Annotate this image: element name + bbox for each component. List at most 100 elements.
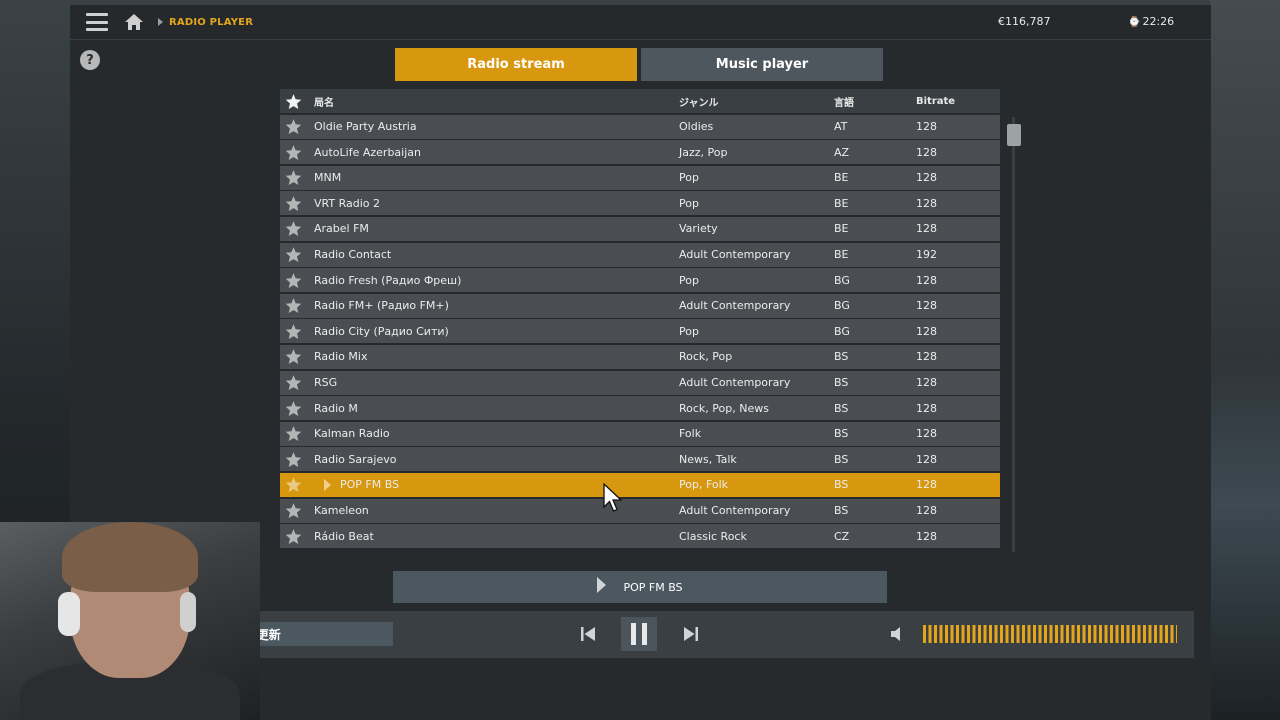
table-row[interactable]: Radio Fresh (Радио Фреш) Pop BG 128 — [280, 268, 1000, 293]
home-icon[interactable] — [124, 13, 144, 31]
favorite-star-icon[interactable] — [280, 220, 306, 237]
favorite-star-icon[interactable] — [280, 374, 306, 391]
station-name-text: Radio FM+ (Радио FM+) — [314, 299, 449, 313]
station-language: BE — [834, 248, 849, 262]
station-genre: Pop — [679, 273, 699, 287]
station-bitrate: 128 — [916, 273, 937, 287]
station-name-text: Radio Contact — [314, 248, 392, 262]
table-row[interactable]: Oldie Party Austria Oldies AT 128 — [280, 114, 1000, 139]
volume-icon[interactable] — [889, 625, 907, 643]
table-row[interactable]: Radio FM+ (Радио FM+) Adult Contemporary B… — [280, 293, 1000, 318]
table-row[interactable]: Radio City (Радио Сити) Pop BG 128 — [280, 319, 1000, 344]
station-name: Radio Contact — [306, 248, 672, 261]
table-row[interactable]: Arabel FM Variety BE 128 — [280, 216, 1000, 241]
station-bitrate: 128 — [916, 324, 937, 338]
station-language: BE — [834, 222, 849, 236]
station-name-text: POP FM BS — [340, 478, 400, 492]
top-bar: RADIO PLAYER €116,787 ⌚ 22:26 — [70, 5, 1211, 39]
station-bitrate: 128 — [916, 529, 937, 543]
table-row[interactable]: POP FM BS Pop, Folk BS 128 — [280, 472, 1000, 497]
header-name[interactable]: 局名 — [306, 94, 672, 109]
station-genre: Pop, Folk — [679, 478, 729, 492]
favorite-star-icon[interactable] — [280, 425, 306, 442]
favorite-star-icon[interactable] — [280, 451, 306, 468]
favorite-star-icon[interactable] — [280, 476, 306, 493]
station-name-text: RSG — [314, 376, 338, 390]
scrollbar-track[interactable] — [1012, 117, 1015, 552]
breadcrumb[interactable]: RADIO PLAYER — [169, 17, 253, 28]
table-row[interactable]: MNM Pop BE 128 — [280, 165, 1000, 190]
favorite-header-icon[interactable] — [280, 93, 306, 110]
menu-icon[interactable] — [86, 13, 108, 31]
table-row[interactable]: Rádio Beat Classic Rock CZ 128 — [280, 524, 1000, 549]
station-language: AZ — [834, 145, 850, 159]
station-bitrate: 192 — [916, 248, 937, 262]
table-row[interactable]: Kameleon Adult Contemporary BS 128 — [280, 498, 1000, 523]
favorite-star-icon[interactable] — [280, 169, 306, 186]
now-playing-bar[interactable]: POP FM BS — [393, 571, 887, 603]
mouse-cursor-icon — [603, 482, 623, 517]
station-name: AutoLife Azerbaijan — [306, 146, 672, 159]
favorite-star-icon[interactable] — [280, 246, 306, 263]
station-name-text: Radio City (Радио Сити) — [314, 324, 449, 338]
favorite-star-icon[interactable] — [280, 195, 306, 212]
station-name: Arabel FM — [306, 222, 672, 235]
station-genre: Folk — [679, 427, 702, 441]
station-language: BS — [834, 504, 849, 517]
pause-icon[interactable] — [621, 617, 657, 651]
favorite-star-icon[interactable] — [280, 297, 306, 314]
headphone-right — [180, 592, 196, 632]
next-icon[interactable] — [678, 619, 704, 649]
table-row[interactable]: Radio Mix Rock, Pop BS 128 — [280, 344, 1000, 369]
tab-radio-stream[interactable]: Radio stream — [395, 48, 637, 81]
table-row[interactable]: Radio Sarajevo News, Talk BS 128 — [280, 447, 1000, 472]
favorite-star-icon[interactable] — [280, 144, 306, 161]
favorite-star-icon[interactable] — [280, 118, 306, 135]
table-row[interactable]: Radio Contact Adult Contemporary BE 192 — [280, 242, 1000, 267]
station-bitrate: 128 — [916, 350, 937, 364]
station-name: RSG — [306, 376, 672, 389]
station-genre: Jazz, Pop — [679, 145, 728, 159]
game-clock: ⌚ 22:26 — [1128, 15, 1174, 28]
favorite-star-icon[interactable] — [280, 323, 306, 340]
station-genre: Pop — [679, 196, 699, 210]
headphone-left — [58, 592, 80, 636]
header-genre[interactable]: ジャンル — [672, 94, 834, 109]
station-language: BE — [834, 196, 849, 210]
station-genre: Rock, Pop, News — [679, 401, 769, 415]
header-language[interactable]: 言語 — [834, 94, 916, 109]
station-language: BG — [834, 299, 850, 313]
header-bitrate[interactable]: Bitrate — [916, 96, 1000, 107]
station-name: Radio Fresh (Радио Фреш) — [306, 274, 672, 287]
station-name: Oldie Party Austria — [306, 120, 672, 133]
station-bitrate: 128 — [916, 452, 937, 466]
favorite-star-icon[interactable] — [280, 528, 306, 545]
help-icon[interactable]: ? — [80, 50, 100, 70]
previous-icon[interactable] — [575, 619, 601, 649]
table-row[interactable]: Kalman Radio Folk BS 128 — [280, 421, 1000, 446]
favorite-star-icon[interactable] — [280, 272, 306, 289]
station-name-text: Arabel FM — [314, 222, 369, 236]
playing-indicator-icon — [324, 478, 331, 491]
tab-music-player[interactable]: Music player — [641, 48, 883, 81]
table-row[interactable]: VRT Radio 2 Pop BE 128 — [280, 191, 1000, 216]
station-name: VRT Radio 2 — [306, 197, 672, 210]
favorite-star-icon[interactable] — [280, 400, 306, 417]
station-genre: Adult Contemporary — [679, 504, 791, 517]
volume-slider[interactable] — [923, 625, 1177, 643]
station-name-text: Radio Mix — [314, 350, 368, 364]
station-name-text: MNM — [314, 171, 342, 185]
table-row[interactable]: RSG Adult Contemporary BS 128 — [280, 370, 1000, 395]
table-row[interactable]: Radio M Rock, Pop, News BS 128 — [280, 396, 1000, 421]
station-genre: Adult Contemporary — [679, 299, 791, 313]
favorite-star-icon[interactable] — [280, 502, 306, 519]
money-display: €116,787 — [998, 15, 1051, 28]
background-right — [1210, 0, 1280, 720]
station-bitrate: 128 — [916, 376, 937, 390]
station-bitrate: 128 — [916, 401, 937, 415]
station-genre: Classic Rock — [679, 529, 747, 543]
breadcrumb-arrow-icon — [158, 18, 163, 26]
scrollbar-thumb[interactable] — [1007, 124, 1021, 146]
table-row[interactable]: AutoLife Azerbaijan Jazz, Pop AZ 128 — [280, 140, 1000, 165]
favorite-star-icon[interactable] — [280, 348, 306, 365]
